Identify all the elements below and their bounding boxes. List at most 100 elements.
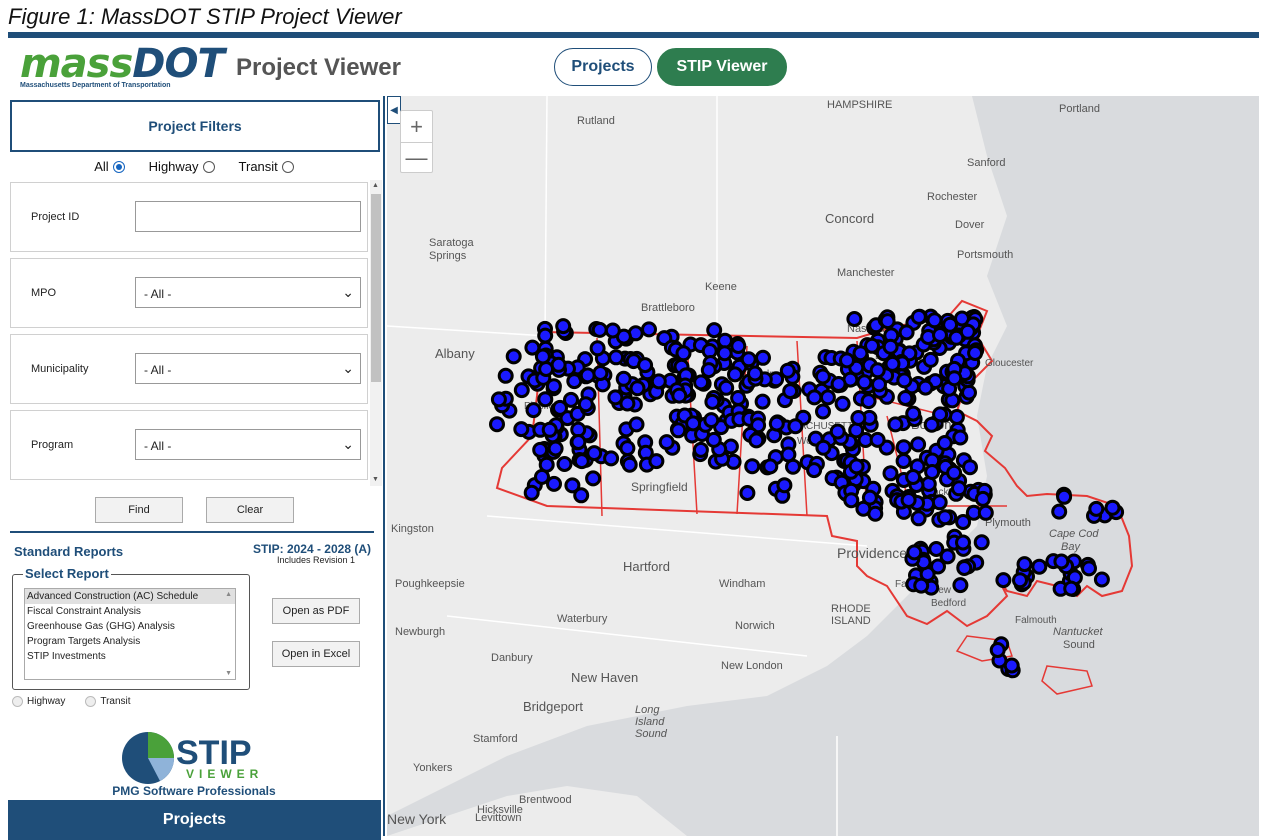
project-marker[interactable]	[850, 410, 867, 426]
project-marker[interactable]	[490, 391, 507, 408]
project-marker[interactable]	[951, 480, 967, 497]
project-marker[interactable]	[782, 383, 799, 400]
project-marker[interactable]	[910, 510, 927, 527]
project-marker[interactable]	[648, 453, 665, 470]
open-pdf-button[interactable]: Open as PDF	[272, 598, 360, 624]
project-marker[interactable]	[577, 396, 594, 413]
project-marker[interactable]	[956, 560, 973, 576]
project-marker[interactable]	[505, 348, 522, 365]
project-marker[interactable]	[871, 376, 887, 393]
project-marker[interactable]	[744, 458, 761, 475]
project-marker[interactable]	[959, 323, 976, 340]
project-marker[interactable]	[952, 577, 969, 594]
project-marker[interactable]	[1063, 580, 1080, 597]
zoom-out-button[interactable]: —	[401, 142, 432, 173]
project-marker[interactable]	[1003, 657, 1020, 674]
project-marker[interactable]	[586, 445, 603, 462]
project-marker[interactable]	[637, 357, 654, 374]
project-marker[interactable]	[537, 391, 554, 408]
project-marker[interactable]	[513, 382, 530, 399]
project-marker[interactable]	[704, 393, 721, 410]
project-marker[interactable]	[787, 418, 804, 435]
project-marker[interactable]	[887, 416, 904, 433]
project-marker[interactable]	[1093, 571, 1110, 588]
project-marker[interactable]	[896, 372, 913, 389]
project-marker[interactable]	[556, 456, 573, 472]
project-marker[interactable]	[604, 322, 621, 339]
radio-highway-button[interactable]	[202, 160, 215, 173]
project-marker[interactable]	[856, 374, 873, 391]
projects-footer-bar[interactable]: Projects	[8, 800, 381, 840]
report-item[interactable]: Advanced Construction (AC) Schedule	[25, 589, 235, 604]
radio-highway[interactable]: Highway	[149, 159, 215, 174]
project-marker[interactable]	[532, 441, 549, 458]
massdot-logo[interactable]: massDOT Massachusetts Department of Tran…	[20, 44, 225, 89]
project-marker[interactable]	[839, 352, 855, 369]
project-marker[interactable]	[716, 345, 733, 362]
project-marker[interactable]	[974, 490, 991, 507]
project-marker[interactable]	[545, 378, 562, 395]
project-marker[interactable]	[806, 389, 823, 406]
project-marker[interactable]	[1012, 572, 1028, 589]
project-marker[interactable]	[671, 387, 688, 404]
project-marker[interactable]	[573, 487, 590, 504]
report-item[interactable]: Greenhouse Gas (GHG) Analysis	[25, 619, 235, 634]
project-marker[interactable]	[621, 456, 638, 473]
project-marker[interactable]	[730, 338, 747, 354]
project-marker[interactable]	[591, 321, 608, 338]
project-marker[interactable]	[829, 423, 846, 440]
list-scroll-up-icon[interactable]: ▲	[225, 591, 232, 598]
project-marker[interactable]	[547, 440, 564, 457]
project-marker[interactable]	[534, 348, 551, 365]
project-marker[interactable]	[900, 492, 917, 508]
project-marker[interactable]	[703, 412, 720, 429]
report-item[interactable]: STIP Investments	[25, 649, 235, 664]
project-marker[interactable]	[931, 494, 948, 511]
projects-tab-button[interactable]: Projects	[554, 48, 652, 86]
clear-button[interactable]: Clear	[206, 497, 294, 523]
report-type-highway[interactable]: Highway	[12, 696, 65, 707]
project-marker[interactable]	[537, 327, 554, 344]
report-item[interactable]: Fiscal Constraint Analysis	[25, 604, 235, 619]
program-select[interactable]: - All - ⌄	[135, 429, 361, 460]
project-marker[interactable]	[552, 399, 568, 416]
project-marker[interactable]	[906, 544, 923, 561]
project-marker[interactable]	[1088, 500, 1105, 517]
stip-viewer-tab-button[interactable]: STIP Viewer	[657, 48, 787, 86]
project-marker[interactable]	[895, 453, 912, 469]
project-marker[interactable]	[579, 367, 596, 384]
project-marker[interactable]	[942, 316, 959, 333]
radio-transit-disabled[interactable]	[85, 696, 97, 707]
open-excel-button[interactable]: Open in Excel	[272, 641, 360, 667]
project-marker[interactable]	[692, 441, 709, 458]
project-marker[interactable]	[629, 380, 646, 397]
project-marker[interactable]	[615, 370, 632, 387]
project-marker[interactable]	[882, 465, 899, 482]
project-marker[interactable]	[748, 432, 765, 449]
project-marker[interactable]	[955, 534, 971, 551]
project-marker[interactable]	[779, 362, 796, 379]
radio-highway-disabled[interactable]	[12, 696, 23, 707]
project-marker[interactable]	[961, 384, 977, 401]
project-marker[interactable]	[1031, 558, 1048, 575]
project-marker[interactable]	[776, 477, 793, 494]
scroll-up-icon[interactable]: ▲	[372, 182, 379, 189]
project-marker[interactable]	[619, 395, 636, 412]
project-marker[interactable]	[917, 379, 934, 396]
project-marker[interactable]	[930, 558, 946, 575]
project-marker[interactable]	[730, 390, 747, 406]
project-marker[interactable]	[780, 446, 797, 463]
project-marker[interactable]	[650, 373, 667, 390]
project-marker[interactable]	[846, 311, 863, 327]
project-marker[interactable]	[973, 534, 990, 551]
project-marker[interactable]	[523, 484, 540, 501]
project-marker[interactable]	[718, 379, 735, 396]
project-marker[interactable]	[555, 318, 572, 335]
project-marker[interactable]	[843, 492, 860, 509]
project-marker[interactable]	[489, 416, 505, 433]
report-type-transit[interactable]: Transit	[85, 696, 131, 707]
project-marker[interactable]	[628, 416, 645, 433]
project-marker[interactable]	[700, 362, 717, 379]
project-filters-header[interactable]: Project Filters	[10, 100, 380, 152]
project-marker[interactable]	[513, 421, 530, 438]
